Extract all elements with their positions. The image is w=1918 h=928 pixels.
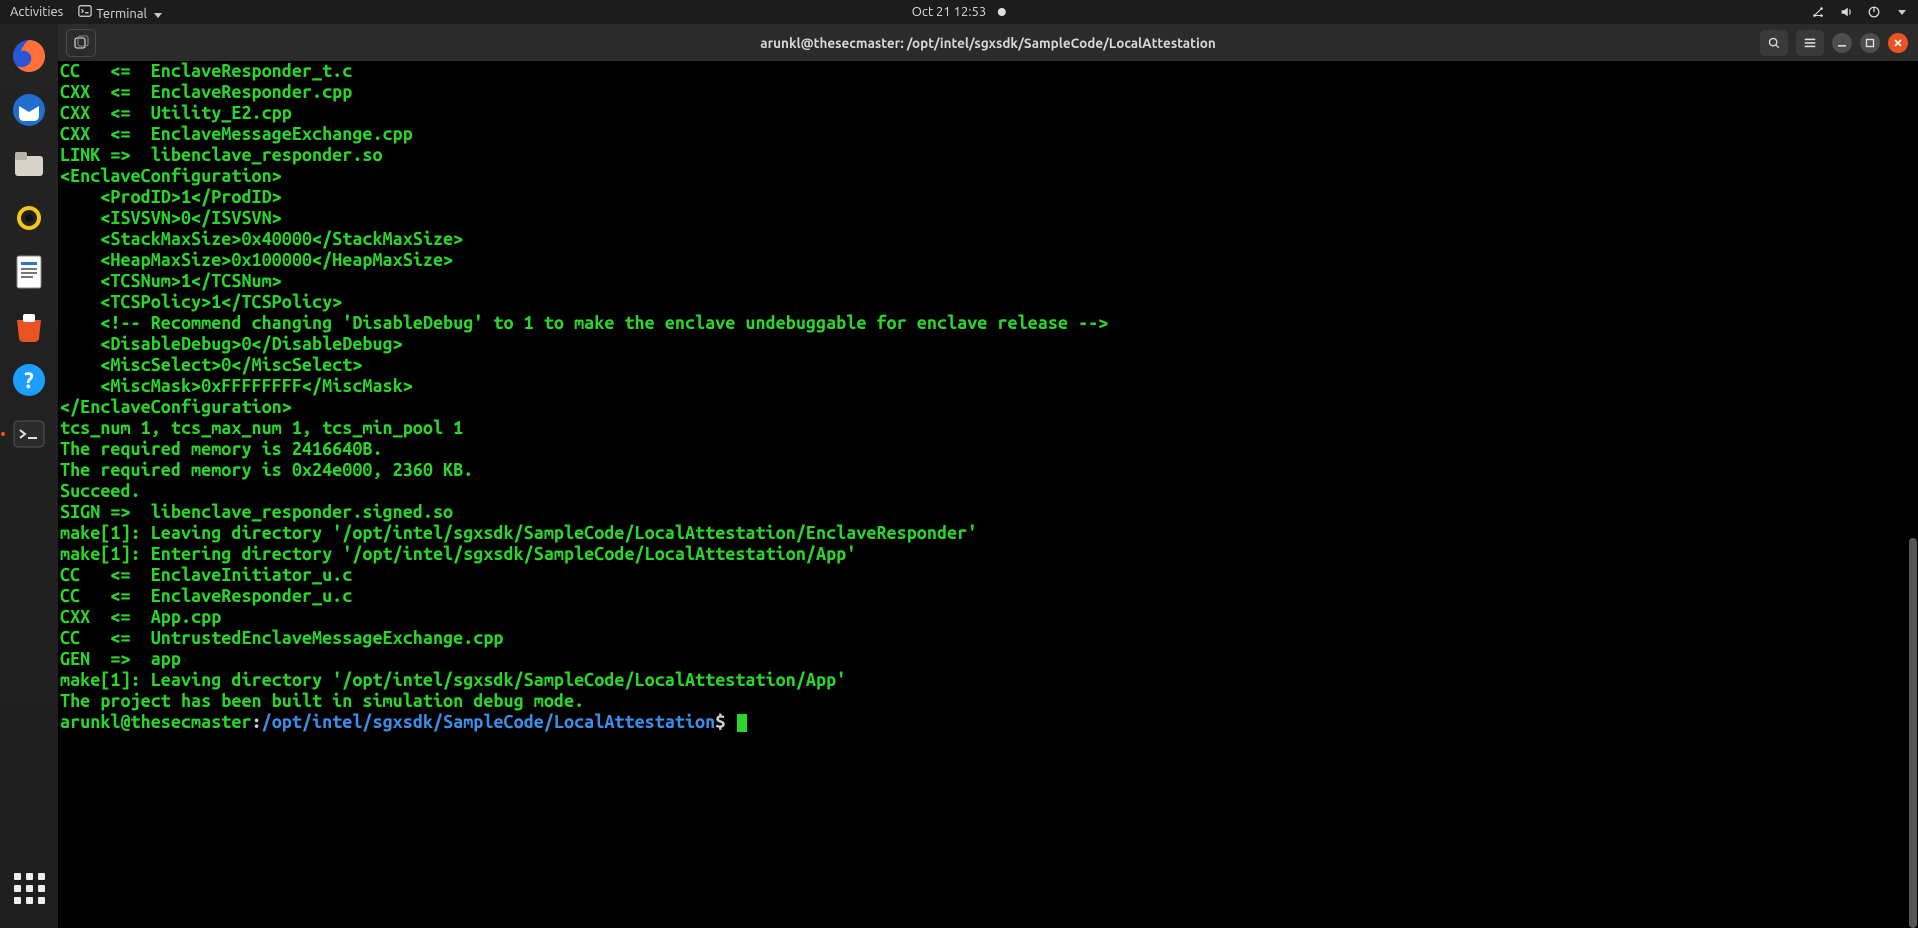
- activities-button[interactable]: Activities: [10, 5, 63, 19]
- dock-files[interactable]: [7, 142, 51, 186]
- terminal-line: make[1]: Leaving directory '/opt/intel/s…: [60, 523, 1916, 544]
- terminal-line: <StackMaxSize>0x40000</StackMaxSize>: [60, 229, 1916, 250]
- terminal-line: <HeapMaxSize>0x100000</HeapMaxSize>: [60, 250, 1916, 271]
- terminal-line: <ISVSVN>0</ISVSVN>: [60, 208, 1916, 229]
- notification-dot-icon: [998, 8, 1006, 16]
- search-button[interactable]: [1760, 30, 1788, 56]
- terminal-line: <TCSNum>1</TCSNum>: [60, 271, 1916, 292]
- prompt-cwd: /opt/intel/sgxsdk/SampleCode/LocalAttest…: [262, 712, 716, 732]
- terminal-mini-icon: [77, 3, 93, 19]
- terminal-line: CXX <= EnclaveMessageExchange.cpp: [60, 124, 1916, 145]
- dock-terminal[interactable]: [7, 412, 51, 456]
- terminal-line: The project has been built in simulation…: [60, 691, 1916, 712]
- cursor: [737, 714, 747, 732]
- dock-firefox[interactable]: [7, 34, 51, 78]
- scrollbar-thumb[interactable]: [1909, 538, 1917, 928]
- system-menu-chevron-icon[interactable]: [1898, 10, 1906, 15]
- terminal-line: GEN => app: [60, 649, 1916, 670]
- show-applications-button[interactable]: [7, 866, 51, 910]
- terminal-line: CC <= EnclaveInitiator_u.c: [60, 565, 1916, 586]
- terminal-line: <MiscSelect>0</MiscSelect>: [60, 355, 1916, 376]
- prompt-sep: :: [252, 712, 262, 732]
- dock-thunderbird[interactable]: [7, 88, 51, 132]
- maximize-button[interactable]: [1860, 33, 1880, 53]
- dock-libreoffice[interactable]: [7, 250, 51, 294]
- terminal-prompt[interactable]: arunkl@thesecmaster:/opt/intel/sgxsdk/Sa…: [60, 712, 1916, 733]
- volume-icon[interactable]: [1838, 4, 1854, 20]
- dock: ?: [0, 24, 58, 928]
- terminal-line: <DisableDebug>0</DisableDebug>: [60, 334, 1916, 355]
- hamburger-menu-button[interactable]: [1796, 30, 1824, 56]
- terminal-line: CXX <= Utility_E2.cpp: [60, 103, 1916, 124]
- terminal-line: <TCSPolicy>1</TCSPolicy>: [60, 292, 1916, 313]
- terminal-line: CC <= EnclaveResponder_t.c: [60, 61, 1916, 82]
- prompt-userhost: arunkl@thesecmaster: [60, 712, 252, 732]
- terminal-line: make[1]: Entering directory '/opt/intel/…: [60, 544, 1916, 565]
- terminal-line: The required memory is 0x24e000, 2360 KB…: [60, 460, 1916, 481]
- terminal-titlebar: arunkl@thesecmaster: /opt/intel/sgxsdk/S…: [58, 24, 1918, 61]
- terminal-line: CXX <= EnclaveResponder.cpp: [60, 82, 1916, 103]
- prompt-end: $: [715, 712, 735, 732]
- new-tab-button[interactable]: [66, 29, 96, 57]
- terminal-scrollbar[interactable]: [1908, 61, 1918, 928]
- terminal-line: tcs_num 1, tcs_max_num 1, tcs_min_pool 1: [60, 418, 1916, 439]
- chevron-down-icon: [154, 13, 162, 18]
- terminal-line: CC <= EnclaveResponder_u.c: [60, 586, 1916, 607]
- terminal-line: make[1]: Leaving directory '/opt/intel/s…: [60, 670, 1916, 691]
- window-title: arunkl@thesecmaster: /opt/intel/sgxsdk/S…: [760, 35, 1215, 51]
- close-button[interactable]: [1888, 33, 1908, 53]
- terminal-line: LINK => libenclave_responder.so: [60, 145, 1916, 166]
- gnome-topbar: Activities Terminal Oct 21 12:53: [0, 0, 1918, 24]
- clock[interactable]: Oct 21 12:53: [912, 5, 986, 19]
- terminal-line: Succeed.: [60, 481, 1916, 502]
- terminal-line: The required memory is 2416640B.: [60, 439, 1916, 460]
- terminal-line: CXX <= App.cpp: [60, 607, 1916, 628]
- terminal-output[interactable]: CC <= EnclaveResponder_t.cCXX <= Enclave…: [58, 61, 1918, 928]
- dock-rhythmbox[interactable]: [7, 196, 51, 240]
- terminal-line: SIGN => libenclave_responder.signed.so: [60, 502, 1916, 523]
- dock-help[interactable]: ?: [7, 358, 51, 402]
- power-icon[interactable]: [1866, 4, 1882, 20]
- network-icon[interactable]: [1810, 4, 1826, 20]
- terminal-line: <!-- Recommend changing 'DisableDebug' t…: [60, 313, 1916, 334]
- terminal-line: <EnclaveConfiguration>: [60, 166, 1916, 187]
- terminal-line: </EnclaveConfiguration>: [60, 397, 1916, 418]
- terminal-line: <ProdID>1</ProdID>: [60, 187, 1916, 208]
- minimize-button[interactable]: [1832, 33, 1852, 53]
- terminal-line: CC <= UntrustedEnclaveMessageExchange.cp…: [60, 628, 1916, 649]
- terminal-window: arunkl@thesecmaster: /opt/intel/sgxsdk/S…: [58, 24, 1918, 928]
- dock-software[interactable]: [7, 304, 51, 348]
- terminal-line: <MiscMask>0xFFFFFFFF</MiscMask>: [60, 376, 1916, 397]
- app-menu[interactable]: Terminal: [77, 3, 162, 21]
- svg-text:?: ?: [24, 368, 34, 393]
- app-menu-label: Terminal: [96, 7, 147, 21]
